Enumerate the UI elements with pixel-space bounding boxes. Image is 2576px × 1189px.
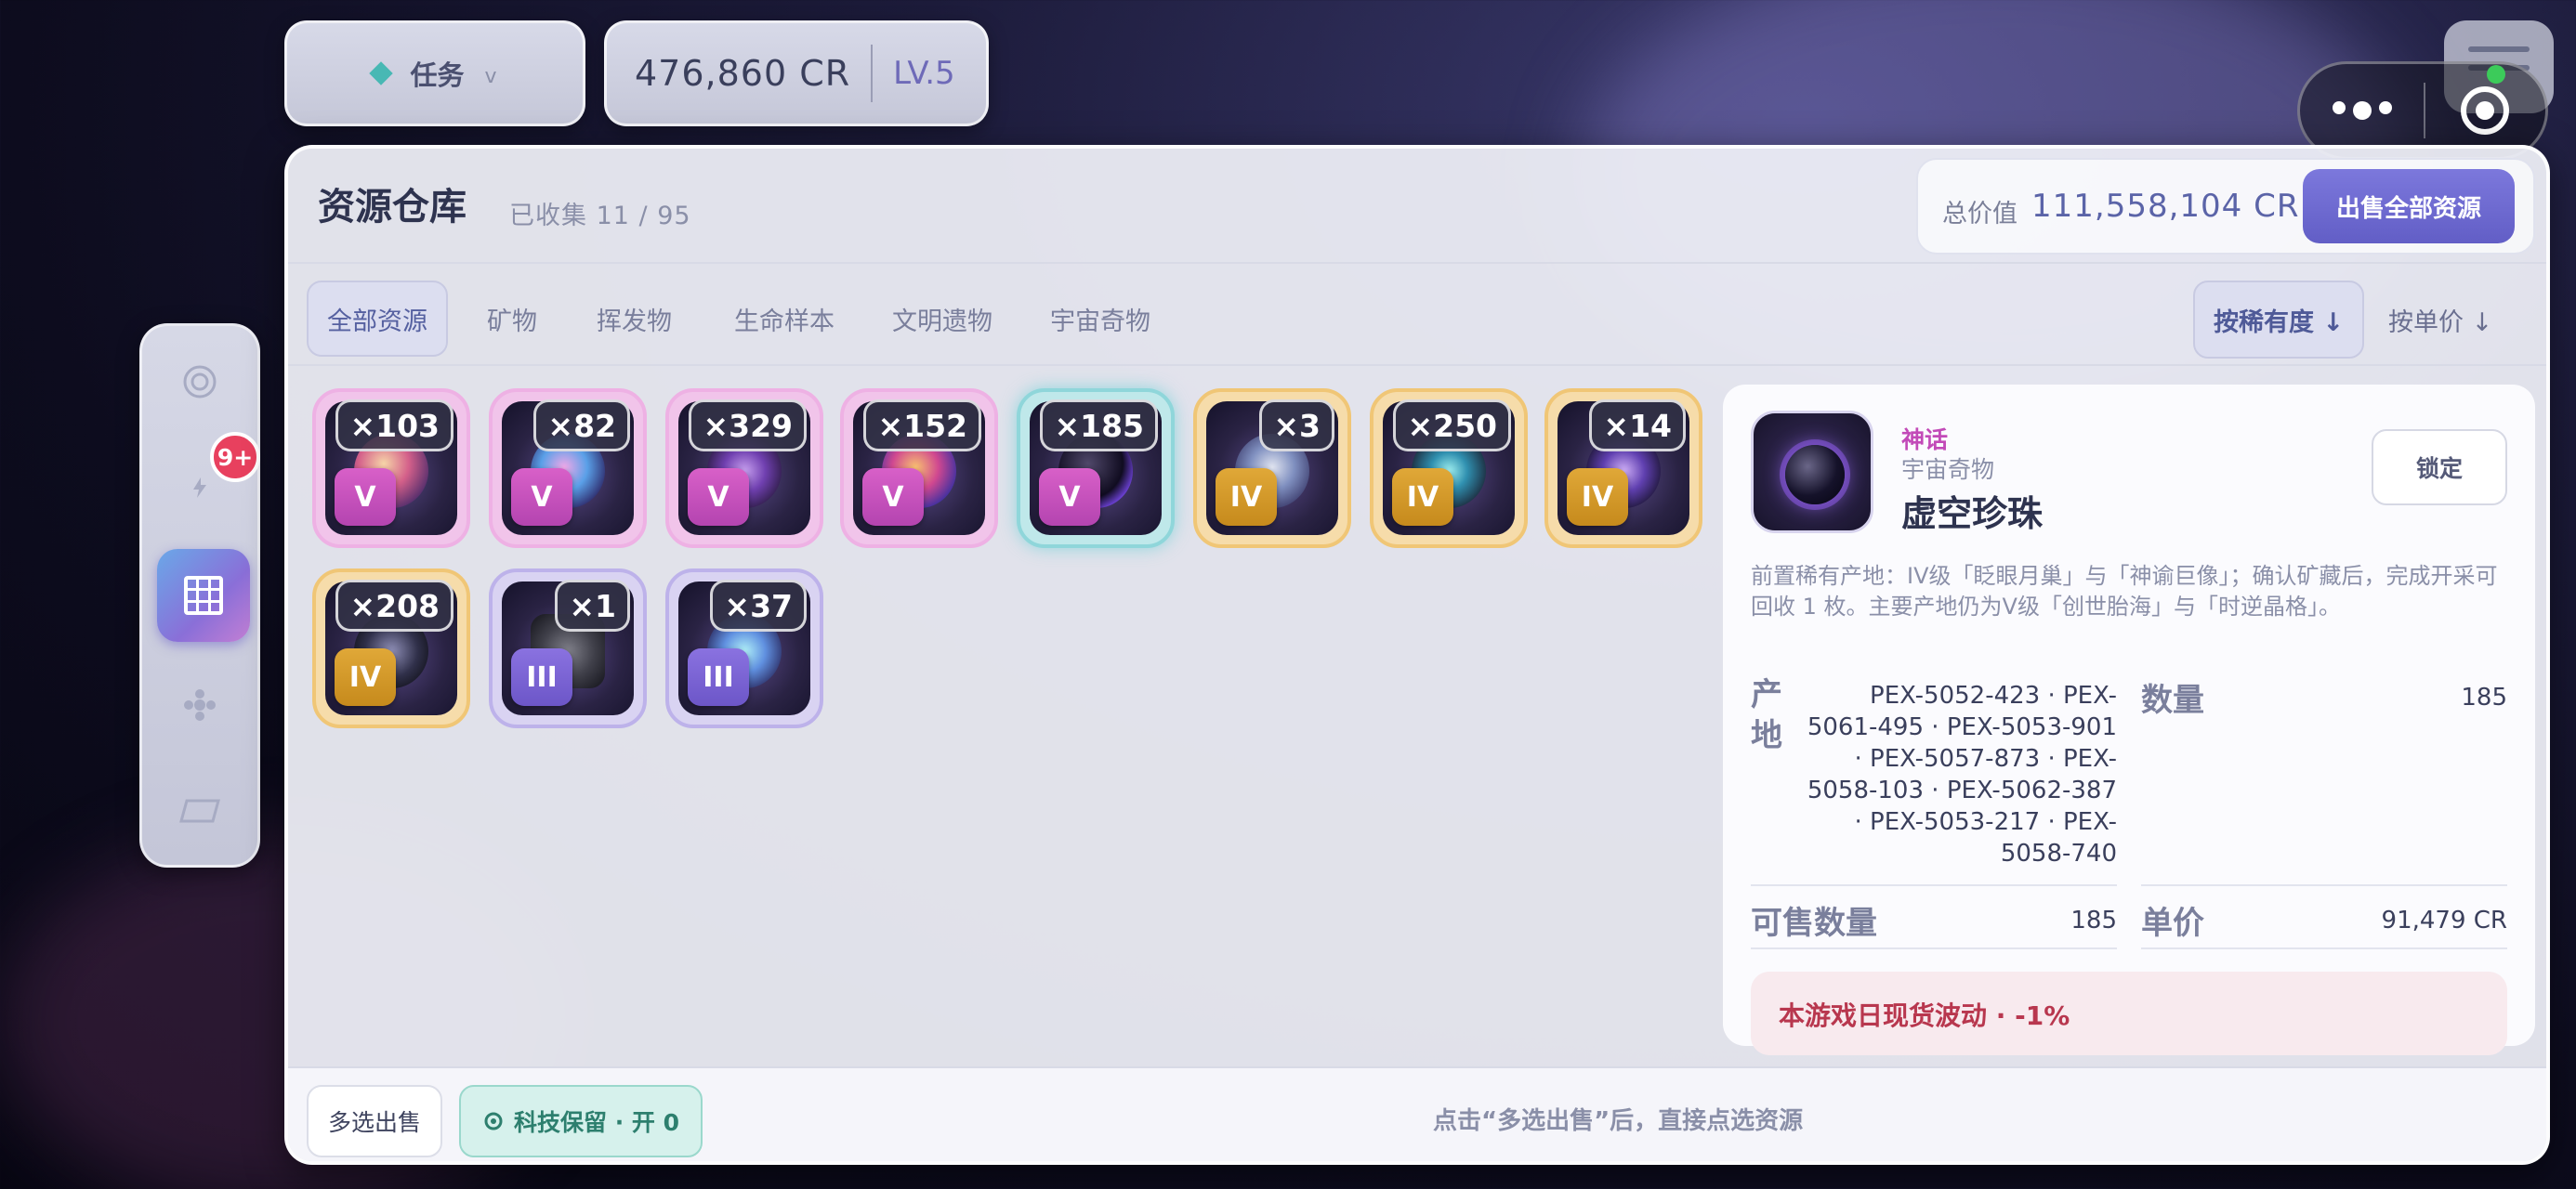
resource-item[interactable]: ×152 V	[840, 388, 998, 548]
status-dot	[2487, 65, 2505, 84]
lock-button[interactable]: 锁定	[2372, 429, 2507, 505]
resource-item[interactable]: ×14 IV	[1544, 388, 1702, 548]
item-quantity: ×37	[710, 580, 807, 632]
tab-all[interactable]: 全部资源	[307, 281, 448, 357]
tab-minerals[interactable]: 矿物	[468, 281, 556, 357]
task-button[interactable]: 任务 v	[284, 20, 585, 126]
tier-badge: V	[862, 468, 924, 526]
unit-price-label: 单价	[2141, 905, 2204, 942]
item-quantity: ×152	[863, 399, 981, 451]
resource-item-selected[interactable]: ×185 V	[1017, 388, 1175, 548]
category-label: 宇宙奇物	[1901, 456, 1995, 483]
sell-all-button[interactable]: 出售全部资源	[2303, 169, 2515, 243]
page-title: 资源仓库	[318, 186, 467, 229]
notification-badge: 9+	[210, 432, 260, 482]
sellable-value: 185	[2070, 907, 2117, 934]
tier-badge: IV	[1392, 468, 1453, 526]
task-label: 任务	[410, 59, 465, 91]
tier-badge: III	[511, 648, 572, 706]
nodes-icon[interactable]	[179, 685, 220, 734]
tab-life-samples[interactable]: 生命样本	[716, 281, 853, 357]
resource-item[interactable]: ×82 V	[489, 388, 647, 548]
resource-item[interactable]: ×37 III	[665, 568, 823, 728]
tier-badge: V	[688, 468, 749, 526]
item-quantity: ×82	[533, 399, 630, 451]
price-fluctuation-text: 本游戏日现货波动 · -1%	[1779, 1000, 2070, 1031]
item-quantity: ×103	[335, 399, 453, 451]
quantity-value: 185	[2461, 684, 2507, 712]
resource-detail-panel: 神话 宇宙奇物 虚空珍珠 锁定 前置稀有产地：IV级「眨眼月巢」与「神谕巨像」；…	[1723, 385, 2535, 1055]
more-icon[interactable]	[2300, 101, 2424, 120]
resource-item[interactable]: ×329 V	[665, 388, 823, 548]
resource-item[interactable]: ×208 IV	[312, 568, 470, 728]
rarity-label: 神话	[1901, 426, 1949, 453]
total-value: 111,558,104 CR	[2031, 188, 2300, 225]
item-quantity: ×329	[689, 399, 807, 451]
panel-header: 资源仓库 已收集 11 / 95 总价值 111,558,104 CR 出售全部…	[288, 149, 2546, 264]
tech-keep-toggle[interactable]: 科技保留 · 开 0	[459, 1085, 703, 1157]
tier-badge: V	[335, 468, 396, 526]
resource-name: 虚空珍珠	[1901, 493, 2044, 534]
tab-volatiles[interactable]: 挥发物	[578, 281, 690, 357]
origin-label: 产地	[1751, 676, 1782, 754]
target-icon[interactable]	[181, 363, 218, 409]
credits-display: 476,860 CR LV.5	[604, 20, 989, 126]
level-value: LV.5	[893, 55, 955, 92]
tier-badge: V	[511, 468, 572, 526]
total-value-box: 总价值 111,558,104 CR 出售全部资源	[1916, 158, 2535, 255]
resource-item[interactable]: ×3 IV	[1193, 388, 1351, 548]
item-quantity: ×185	[1040, 399, 1158, 451]
category-tabs: 全部资源 矿物 挥发物 生命样本 文明遗物 宇宙奇物 按稀有度 ↓ 按单价 ↓	[288, 264, 2546, 366]
warehouse-panel: 资源仓库 已收集 11 / 95 总价值 111,558,104 CR 出售全部…	[284, 145, 2550, 1165]
unit-price-value: 91,479 CR	[2381, 907, 2507, 934]
resource-item[interactable]: ×250 IV	[1370, 388, 1528, 548]
side-nav	[139, 323, 260, 868]
multi-sell-button[interactable]: 多选出售	[307, 1085, 442, 1157]
chevron-down-icon: v	[484, 64, 497, 88]
resource-icon	[1751, 411, 1873, 533]
card-icon[interactable]	[179, 794, 220, 831]
resource-item[interactable]: ×1 III	[489, 568, 647, 728]
tab-civilization-relics[interactable]: 文明遗物	[874, 281, 1011, 357]
footer-hint: 点击“多选出售”后，直接点选资源	[1433, 1107, 1804, 1135]
nav-warehouse-button[interactable]	[157, 549, 250, 642]
tab-cosmic-oddities[interactable]: 宇宙奇物	[1032, 281, 1169, 357]
tech-keep-label: 科技保留 · 开 0	[513, 1109, 679, 1136]
void-pearl-icon	[1785, 445, 1845, 504]
resource-description: 前置稀有产地：IV级「眨眼月巢」与「神谕巨像」；确认矿藏后，完成开采可回收 1 …	[1751, 563, 2498, 620]
diamond-icon	[369, 61, 394, 85]
sort-by-rarity-button[interactable]: 按稀有度 ↓	[2193, 281, 2365, 359]
sort-by-price-button[interactable]: 按单价 ↓	[2370, 281, 2511, 359]
sellable-label: 可售数量	[1751, 905, 1877, 942]
item-quantity: ×3	[1259, 399, 1334, 451]
gear-icon	[484, 1112, 503, 1130]
price-fluctuation-banner: 本游戏日现货波动 · -1%	[1751, 972, 2507, 1055]
total-value-label: 总价值	[1942, 200, 2017, 229]
tier-badge: V	[1039, 468, 1100, 526]
collected-count: 已收集 11 / 95	[509, 202, 691, 230]
grid-icon	[184, 576, 223, 615]
bolt-icon[interactable]	[186, 473, 214, 510]
tier-badge: IV	[1216, 468, 1277, 526]
footer-bar: 多选出售 科技保留 · 开 0 点击“多选出售”后，直接点选资源	[288, 1066, 2546, 1161]
tier-badge: III	[688, 648, 749, 706]
item-quantity: ×250	[1393, 399, 1511, 451]
quantity-label: 数量	[2141, 682, 2204, 719]
item-quantity: ×208	[335, 580, 453, 632]
close-capsule-icon[interactable]	[2425, 86, 2545, 135]
divider	[871, 45, 874, 102]
tier-badge: IV	[335, 648, 396, 706]
resource-item[interactable]: ×103 V	[312, 388, 470, 548]
item-quantity: ×14	[1589, 399, 1686, 451]
credits-value: 476,860 CR	[635, 53, 851, 94]
origin-value: PEX-5052-423 · PEX-5061-495 · PEX-5053-9…	[1807, 682, 2117, 868]
tier-badge: IV	[1567, 468, 1628, 526]
item-quantity: ×1	[555, 580, 630, 632]
